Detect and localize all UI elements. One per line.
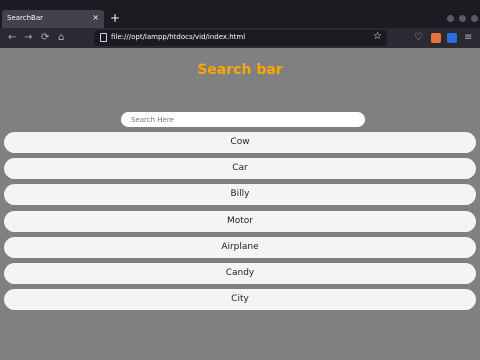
page-icon xyxy=(100,33,107,42)
maximize-window-icon[interactable] xyxy=(459,15,466,22)
menu-icon[interactable]: ≡ xyxy=(464,31,472,45)
list-item[interactable]: Motor xyxy=(4,210,476,232)
list-item[interactable]: Candy xyxy=(4,262,476,284)
address-bar[interactable]: file:///opt/lampp/htdocs/vid/index.html … xyxy=(94,30,387,46)
page-content: Search bar Cow Car Billy Motor Airplane Candy… xyxy=(0,48,480,360)
results-list: Cow Car Billy Motor Airplane Candy City xyxy=(4,132,476,315)
close-tab-icon[interactable]: × xyxy=(92,13,99,22)
extension-blue-icon[interactable] xyxy=(447,33,457,43)
browser-window: SearchBar × + ← → ⟳ ⌂ file:///opt/lampp/… xyxy=(0,0,480,360)
bookmark-star-icon[interactable]: ☆ xyxy=(373,31,382,42)
list-item[interactable]: Billy xyxy=(4,184,476,206)
list-item[interactable]: City xyxy=(4,289,476,311)
list-item[interactable]: Cow xyxy=(4,132,476,153)
list-item[interactable]: Car xyxy=(4,158,476,180)
navigation-bar: ← → ⟳ ⌂ file:///opt/lampp/htdocs/vid/ind… xyxy=(0,28,480,48)
back-icon[interactable]: ← xyxy=(8,31,16,45)
forward-icon[interactable]: → xyxy=(24,31,32,45)
tab-title: SearchBar xyxy=(7,14,44,22)
page-title: Search bar xyxy=(197,62,283,78)
url-text[interactable]: file:///opt/lampp/htdocs/vid/index.html xyxy=(111,33,245,41)
close-window-icon[interactable] xyxy=(471,15,478,22)
home-icon[interactable]: ⌂ xyxy=(58,31,64,45)
minimize-window-icon[interactable] xyxy=(447,15,454,22)
extension-fox-icon[interactable] xyxy=(431,33,441,43)
tab-strip: SearchBar × + xyxy=(0,0,480,28)
tab-searchbar[interactable]: SearchBar × xyxy=(2,10,104,28)
new-tab-icon[interactable]: + xyxy=(110,12,120,24)
pocket-icon[interactable]: ♡ xyxy=(414,31,423,45)
search-input[interactable] xyxy=(121,112,365,127)
reload-icon[interactable]: ⟳ xyxy=(41,31,49,45)
list-item[interactable]: Airplane xyxy=(4,236,476,258)
